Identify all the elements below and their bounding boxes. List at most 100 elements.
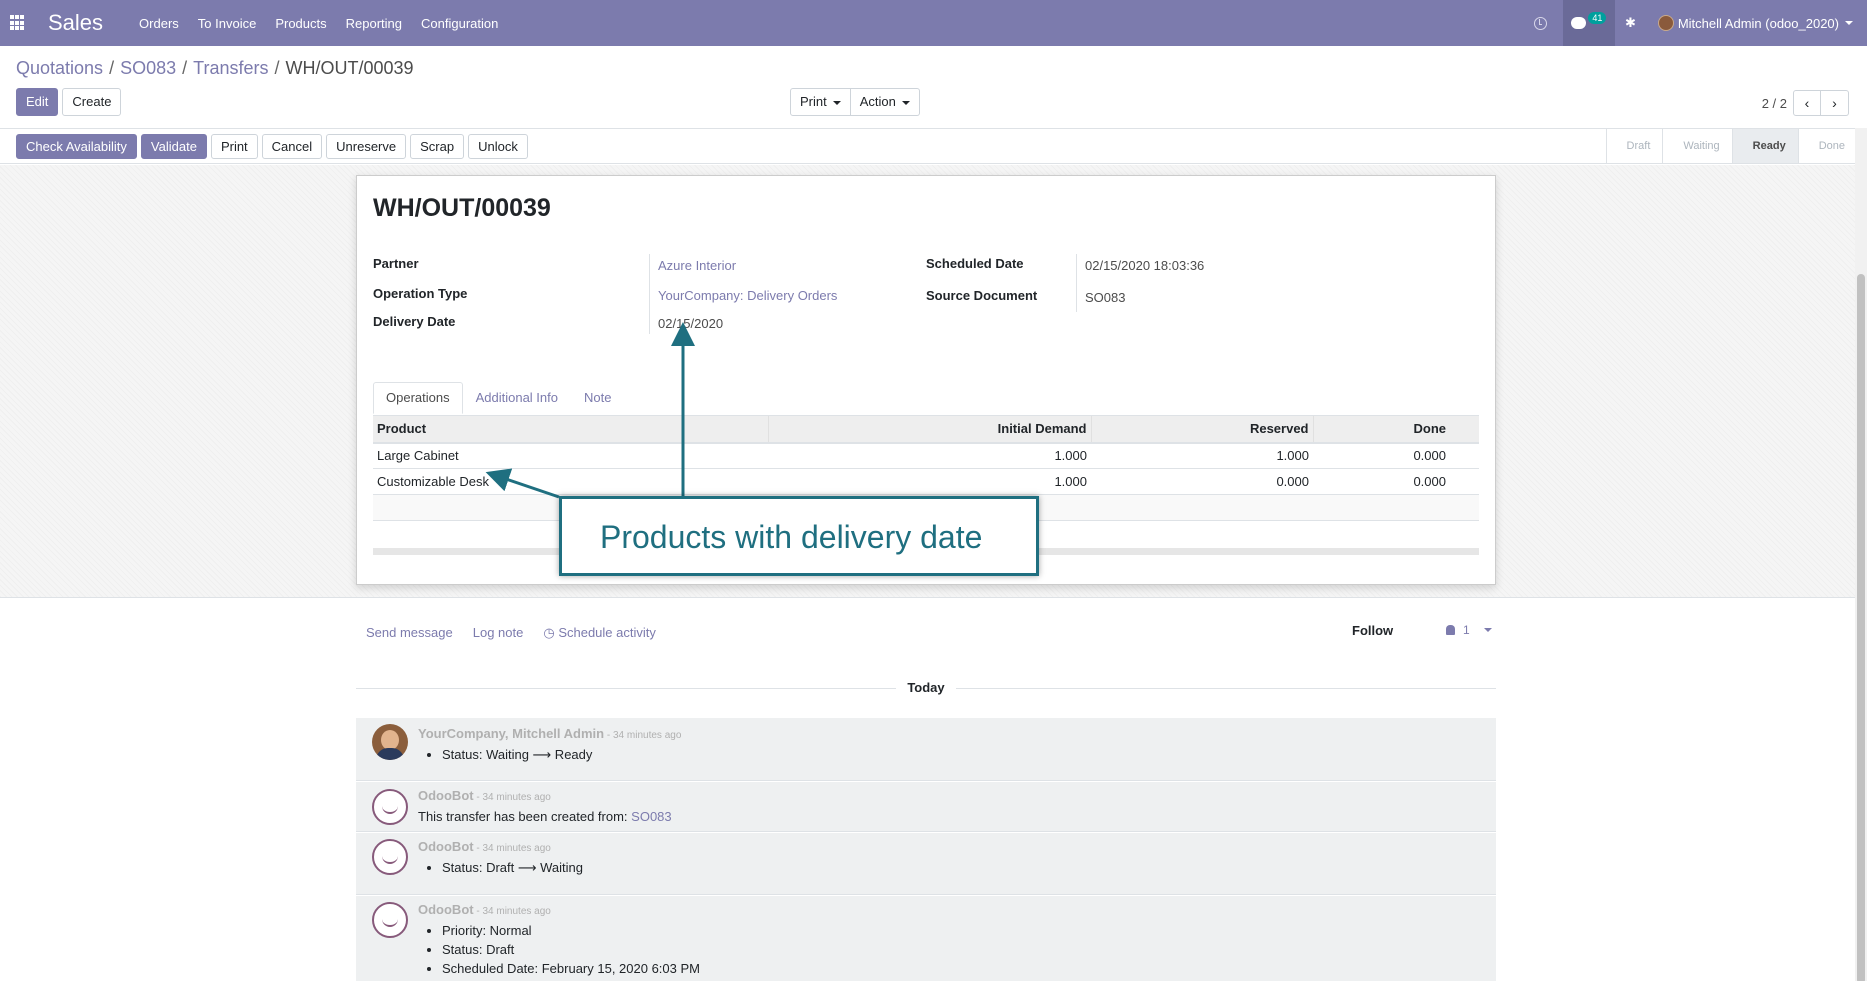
page-scrollbar[interactable] bbox=[1855, 128, 1867, 981]
activity-clock-icon[interactable] bbox=[1533, 16, 1547, 30]
menu-reporting[interactable]: Reporting bbox=[346, 16, 402, 31]
message-date: - 34 minutes ago bbox=[473, 906, 551, 917]
cancel-button[interactable]: Cancel bbox=[261, 134, 323, 159]
table-header-row: Product Initial Demand Reserved Done bbox=[373, 415, 1479, 444]
source-document-value: SO083 bbox=[1085, 290, 1126, 305]
field-divider bbox=[1076, 254, 1077, 312]
caret-down-icon bbox=[1483, 628, 1492, 632]
odoobot-avatar[interactable] bbox=[372, 789, 408, 825]
cell-initial-demand: 1.000 bbox=[768, 442, 1091, 469]
notebook-tabs: Operations Additional Info Note bbox=[373, 382, 624, 414]
chevron-left-icon: ‹ bbox=[1804, 95, 1810, 111]
scheduled-date-label: Scheduled Date bbox=[926, 256, 1024, 271]
column-done[interactable]: Done bbox=[1312, 415, 1479, 444]
message-author[interactable]: OdooBot bbox=[418, 839, 474, 854]
cell-done: 0.000 bbox=[1313, 442, 1479, 469]
apps-menu-icon[interactable] bbox=[10, 15, 26, 31]
message-date: - 34 minutes ago bbox=[473, 792, 551, 803]
menu-products[interactable]: Products bbox=[275, 16, 326, 31]
column-product[interactable]: Product bbox=[373, 415, 768, 444]
messaging-menu[interactable]: 41 bbox=[1562, 0, 1615, 46]
followers-dropdown[interactable]: 1 bbox=[1446, 623, 1492, 637]
tracking-item: Scheduled Date: February 15, 2020 6:03 P… bbox=[442, 959, 700, 978]
delivery-date-label: Delivery Date bbox=[373, 314, 456, 329]
separator-line bbox=[356, 688, 896, 689]
print-button[interactable]: Print bbox=[210, 134, 258, 159]
edit-button[interactable]: Edit bbox=[16, 88, 59, 116]
cell-reserved: 0.000 bbox=[1091, 468, 1313, 495]
stage-ready: Ready bbox=[1731, 129, 1798, 163]
follow-button[interactable]: Follow bbox=[1352, 623, 1393, 638]
menu-configuration[interactable]: Configuration bbox=[421, 16, 498, 31]
breadcrumb-transfers[interactable]: Transfers bbox=[193, 58, 268, 78]
separator-line bbox=[956, 688, 1496, 689]
user-menu[interactable]: Mitchell Admin (odoo_2020) bbox=[1678, 16, 1839, 31]
scrollbar-thumb[interactable] bbox=[1857, 274, 1865, 981]
author-avatar[interactable] bbox=[372, 724, 408, 760]
message-body-text: This transfer has been created from: bbox=[418, 809, 632, 824]
form-statusbar: Check Availability Validate Print Cancel… bbox=[0, 128, 1867, 164]
breadcrumb-quotations[interactable]: Quotations bbox=[16, 58, 103, 78]
app-brand[interactable]: Sales bbox=[48, 10, 103, 36]
tracking-list: Status: Waiting ⟶ Ready bbox=[442, 745, 592, 764]
scheduled-date-value: 02/15/2020 18:03:36 bbox=[1085, 258, 1205, 273]
menu-orders[interactable]: Orders bbox=[139, 16, 179, 31]
schedule-activity-button[interactable]: ◷ Schedule activity bbox=[543, 625, 656, 641]
source-document-label: Source Document bbox=[926, 288, 1038, 303]
table-row[interactable]: Large Cabinet 1.000 1.000 0.000 bbox=[373, 442, 1479, 469]
tab-note[interactable]: Note bbox=[571, 382, 624, 414]
breadcrumb-so083[interactable]: SO083 bbox=[120, 58, 176, 78]
column-reserved[interactable]: Reserved bbox=[1090, 415, 1313, 444]
table-row[interactable]: Customizable Desk 1.000 0.000 0.000 bbox=[373, 468, 1479, 495]
debug-bug-icon[interactable]: ✱ bbox=[1625, 15, 1636, 31]
followers-count: 1 bbox=[1463, 623, 1470, 637]
odoobot-avatar[interactable] bbox=[372, 902, 408, 938]
log-note-button[interactable]: Log note bbox=[473, 625, 524, 641]
action-dropdown-button[interactable]: Action bbox=[850, 88, 920, 116]
chatter-message: OdooBot - 34 minutes ago Status: Draft ⟶… bbox=[356, 833, 1496, 895]
scrap-button[interactable]: Scrap bbox=[410, 134, 465, 159]
stage-draft: Draft bbox=[1605, 129, 1663, 163]
pager: 2 / 2 ‹ › bbox=[1762, 90, 1849, 116]
chat-count-badge: 41 bbox=[1588, 12, 1607, 24]
create-button[interactable]: Create bbox=[62, 88, 122, 116]
print-dropdown-label: Print bbox=[800, 94, 827, 109]
schedule-activity-label: Schedule activity bbox=[558, 625, 656, 640]
record-title: WH/OUT/00039 bbox=[373, 194, 551, 222]
source-document-link[interactable]: SO083 bbox=[631, 809, 671, 824]
send-message-button[interactable]: Send message bbox=[366, 625, 453, 641]
partner-label: Partner bbox=[373, 256, 419, 271]
delivery-date-value: 02/15/2020 bbox=[658, 316, 724, 331]
status-stages: Draft Waiting Ready Done bbox=[1605, 129, 1857, 163]
column-initial-demand[interactable]: Initial Demand bbox=[767, 415, 1091, 444]
tab-operations[interactable]: Operations bbox=[373, 382, 463, 414]
chatter-topbar: Send message Log note ◷ Schedule activit… bbox=[366, 625, 656, 641]
odoobot-avatar[interactable] bbox=[372, 839, 408, 875]
check-availability-button[interactable]: Check Availability bbox=[16, 134, 137, 159]
partner-link[interactable]: Azure Interior bbox=[658, 258, 736, 273]
operation-type-link[interactable]: YourCompany: Delivery Orders bbox=[658, 288, 837, 303]
caret-down-icon bbox=[832, 100, 841, 105]
message-author[interactable]: OdooBot bbox=[418, 788, 474, 803]
stage-done: Done bbox=[1797, 129, 1857, 163]
tracking-item: Status: Waiting ⟶ Ready bbox=[442, 745, 592, 764]
unlock-button[interactable]: Unlock bbox=[468, 134, 528, 159]
breadcrumb-current: WH/OUT/00039 bbox=[285, 58, 414, 78]
validate-button[interactable]: Validate bbox=[140, 134, 207, 159]
message-author-line: YourCompany, Mitchell Admin - 34 minutes… bbox=[418, 726, 681, 741]
chatter-message: OdooBot - 34 minutes ago This transfer h… bbox=[356, 782, 1496, 832]
pager-next-button[interactable]: › bbox=[1821, 90, 1849, 116]
message-author[interactable]: YourCompany, Mitchell Admin bbox=[418, 726, 604, 741]
pager-value[interactable]: 2 / 2 bbox=[1762, 96, 1787, 111]
menu-to-invoice[interactable]: To Invoice bbox=[198, 16, 257, 31]
print-dropdown-button[interactable]: Print bbox=[790, 88, 851, 116]
unreserve-button[interactable]: Unreserve bbox=[326, 134, 407, 159]
date-separator: Today bbox=[356, 680, 1496, 696]
message-author[interactable]: OdooBot bbox=[418, 902, 474, 917]
chatter-message: YourCompany, Mitchell Admin - 34 minutes… bbox=[356, 718, 1496, 781]
tracking-item: Status: Draft ⟶ Waiting bbox=[442, 858, 583, 877]
tab-additional-info[interactable]: Additional Info bbox=[463, 382, 571, 414]
tracking-item: Priority: Normal bbox=[442, 921, 700, 940]
pager-previous-button[interactable]: ‹ bbox=[1793, 90, 1821, 116]
cell-product: Customizable Desk bbox=[373, 468, 768, 495]
